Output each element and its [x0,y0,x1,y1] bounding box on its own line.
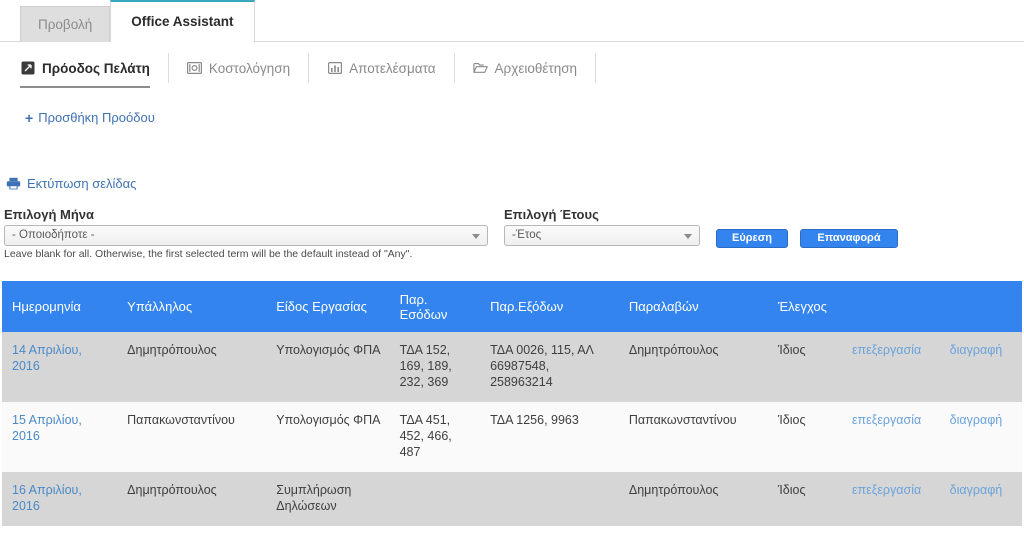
year-select[interactable]: -Έτος [504,225,700,246]
progress-table-head: Ημερομηνία Υπάλληλος Είδος Εργασίας Παρ.… [2,281,1022,332]
cell-edit: επεξεργασία [841,472,940,526]
tab-results[interactable]: Αποτελέσματα [325,53,455,83]
column-header-date[interactable]: Ημερομηνία [2,281,118,332]
cell-income: ΤΔΑ 451, 452, 466, 487 [389,402,481,472]
column-header-expenses[interactable]: Παρ.Εξόδων [480,281,619,332]
office-assistant-page: Προβολή Office Assistant Πρόοδος Πελάτη [0,0,1024,534]
add-progress-link[interactable]: + Προσθήκη Προόδου [25,110,155,125]
column-header-delete [939,281,1022,332]
date-link[interactable]: 16 Απριλίου, 2016 [12,483,82,513]
progress-table-body: 14 Απριλίου, 2016 Δημητρόπουλος Υπολογισ… [2,332,1022,526]
cell-date: 16 Απριλίου, 2016 [2,472,118,526]
column-header-employee[interactable]: Υπάλληλος [117,281,267,332]
print-page-label: Εκτύπωση σελίδας [27,176,137,191]
cell-work-type: Υπολογισμός ΦΠΑ [266,402,390,472]
print-page-link[interactable]: Εκτύπωση σελίδας [6,176,136,191]
delete-link[interactable]: διαγραφή [950,413,1003,427]
date-link[interactable]: 14 Απριλίου, 2016 [12,343,82,373]
table-row: 16 Απριλίου, 2016 Δημητρόπουλος Συμπλήρω… [2,472,1022,526]
search-button[interactable]: Εύρεση [716,229,788,248]
tab-archiving-label: Αρχειοθέτηση [494,60,578,76]
printer-icon [6,177,21,190]
edit-link[interactable]: επεξεργασία [852,413,921,427]
cell-date: 14 Απριλίου, 2016 [2,332,118,402]
add-progress-label: Προσθήκη Προόδου [38,110,155,125]
tab-costing-label: Κοστολόγηση [208,60,291,76]
column-header-income[interactable]: Παρ. Εσόδων [389,281,481,332]
month-filter-help: Leave blank for all. Otherwise, the firs… [4,248,413,260]
tab-costing[interactable]: Κοστολόγηση [185,53,310,83]
cell-delete: διαγραφή [939,402,1022,472]
tab-client-progress[interactable]: Πρόοδος Πελάτη [18,53,169,88]
secondary-tab-bar: Πρόοδος Πελάτη Κοστολόγηση Αποτελέσματα … [0,50,1024,88]
progress-table: Ημερομηνία Υπάλληλος Είδος Εργασίας Παρ.… [2,281,1022,526]
edit-link[interactable]: επεξεργασία [852,483,921,497]
bar-chart-icon [327,61,342,76]
cell-edit: επεξεργασία [841,402,940,472]
cell-edit: επεξεργασία [841,332,940,402]
cell-receipts: Παπακωνσταντίνου [618,402,768,472]
tab-client-progress-label: Πρόοδος Πελάτη [42,60,150,76]
column-header-receipts[interactable]: Παραλαβών [618,281,768,332]
column-header-work-type[interactable]: Είδος Εργασίας [266,281,390,332]
cell-date: 15 Απριλίου, 2016 [2,402,118,472]
cell-expenses: ΤΔΑ 0026, 115, ΑΛ 66987548, 258963214 [480,332,619,402]
tab-results-label: Αποτελέσματα [349,60,436,76]
money-icon [186,61,202,76]
column-header-edit [841,281,940,332]
delete-link[interactable]: διαγραφή [950,343,1003,357]
cell-expenses [480,472,619,526]
cell-expenses: ΤΔΑ 1256, 9963 [480,402,619,472]
cell-employee: Δημητρόπουλος [117,472,267,526]
cell-receipts: Δημητρόπουλος [618,332,768,402]
cell-employee: Δημητρόπουλος [117,332,267,402]
month-filter: Επιλογή Μήνα - Οποιοδήποτε - Leave blank… [4,207,488,260]
month-filter-label: Επιλογή Μήνα [4,207,95,222]
expand-arrow-icon [20,61,35,76]
primary-tab-bar: Προβολή Office Assistant [0,0,1024,42]
column-header-check[interactable]: Έλεγχος [767,281,842,332]
cell-check: Ίδιος [767,332,842,402]
primary-tab-view[interactable]: Προβολή [20,6,111,42]
table-header-row: Ημερομηνία Υπάλληλος Είδος Εργασίας Παρ.… [2,281,1022,332]
table-row: 14 Απριλίου, 2016 Δημητρόπουλος Υπολογισ… [2,332,1022,402]
cell-work-type: Συμπλήρωση Δηλώσεων [266,472,390,526]
cell-check: Ίδιος [767,472,842,526]
tab-archiving[interactable]: Αρχειοθέτηση [471,53,597,83]
month-select[interactable]: - Οποιοδήποτε - [4,225,488,246]
cell-delete: διαγραφή [939,332,1022,402]
table-row: 15 Απριλίου, 2016 Παπακωνσταντίνου Υπολο… [2,402,1022,472]
cell-income: ΤΔΑ 152, 169, 189, 232, 369 [389,332,481,402]
year-select-value: -Έτος [512,229,542,241]
cell-employee: Παπακωνσταντίνου [117,402,267,472]
reset-button[interactable]: Επαναφορά [800,229,898,248]
date-link[interactable]: 15 Απριλίου, 2016 [12,413,82,443]
chevron-down-icon [472,234,480,239]
year-filter-label: Επιλογή Έτους [504,207,599,222]
cell-work-type: Υπολογισμός ΦΠΑ [266,332,390,402]
cell-receipts: Δημητρόπουλος [618,472,768,526]
year-filter: Επιλογή Έτους -Έτος [504,207,700,246]
folder-icon [472,61,488,76]
chevron-down-icon [684,234,692,239]
delete-link[interactable]: διαγραφή [950,483,1003,497]
cell-check: Ίδιος [767,402,842,472]
month-select-value: - Οποιοδήποτε - [12,229,95,241]
plus-icon: + [25,109,34,126]
cell-income [389,472,481,526]
edit-link[interactable]: επεξεργασία [852,343,921,357]
cell-delete: διαγραφή [939,472,1022,526]
primary-tab-office-assistant[interactable]: Office Assistant [110,0,255,42]
